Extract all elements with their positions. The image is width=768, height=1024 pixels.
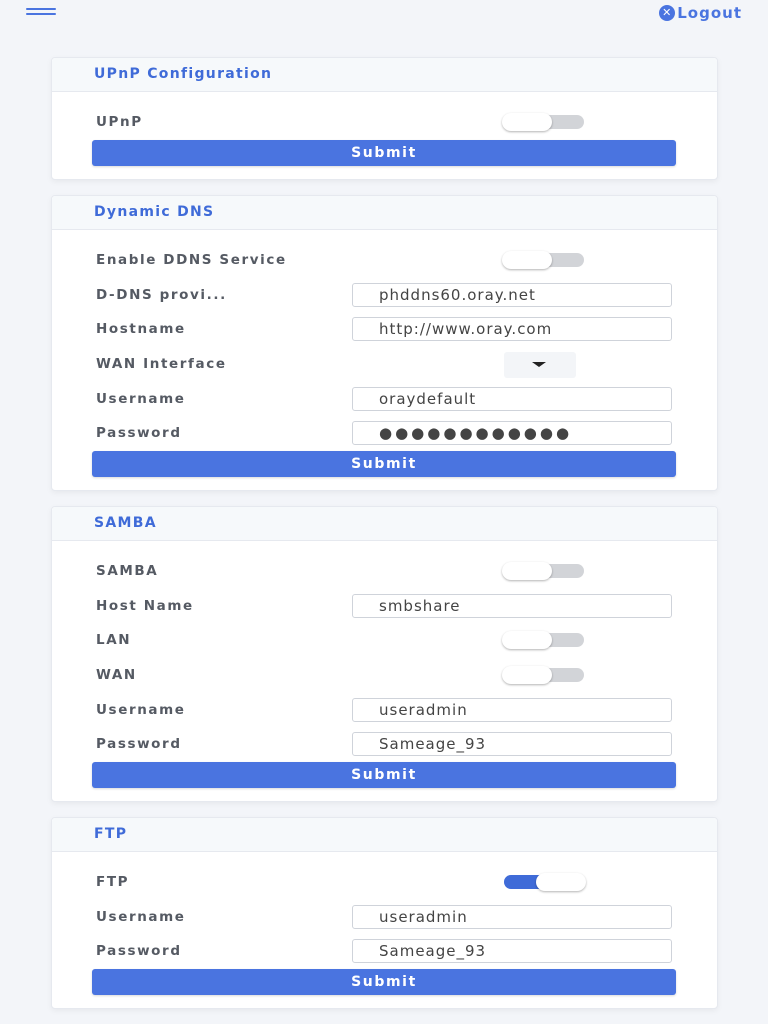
samba-lan-label: LAN bbox=[96, 632, 132, 648]
samba-password-input[interactable] bbox=[352, 732, 672, 756]
close-circle-icon: ✕ bbox=[659, 5, 676, 21]
ftp-card-title: FTP bbox=[94, 826, 128, 842]
upnp-toggle[interactable] bbox=[502, 113, 586, 131]
samba-lan-row: LAN bbox=[52, 628, 717, 654]
upnp-label: UPnP bbox=[96, 114, 143, 130]
upnp-submit-button[interactable]: Submit bbox=[92, 140, 676, 166]
ftp-username-input[interactable] bbox=[352, 905, 672, 929]
samba-hostname-row: Host Name bbox=[52, 594, 717, 620]
samba-hostname-input[interactable] bbox=[352, 594, 672, 618]
ddns-hostname-input[interactable] bbox=[352, 317, 672, 341]
ddns-submit-button[interactable]: Submit bbox=[92, 451, 676, 477]
ddns-password-input[interactable] bbox=[352, 421, 672, 445]
samba-username-row: Username bbox=[52, 698, 717, 724]
ddns-username-label: Username bbox=[96, 391, 186, 407]
hamburger-icon[interactable] bbox=[26, 8, 56, 18]
ftp-username-row: Username bbox=[52, 905, 717, 931]
ftp-card: FTP FTP Username Password Submit bbox=[51, 817, 718, 1009]
samba-card-title: SAMBA bbox=[94, 515, 157, 531]
samba-wan-toggle[interactable] bbox=[502, 666, 586, 684]
samba-username-input[interactable] bbox=[352, 698, 672, 722]
ftp-card-header bbox=[52, 818, 717, 852]
ftp-label: FTP bbox=[96, 874, 130, 890]
ddns-password-row: Password bbox=[52, 421, 717, 447]
ddns-enable-toggle[interactable] bbox=[502, 251, 586, 269]
samba-label: SAMBA bbox=[96, 563, 159, 579]
ftp-toggle[interactable] bbox=[502, 873, 586, 891]
ddns-card: Dynamic DNS Enable DDNS Service D-DNS pr… bbox=[51, 195, 718, 491]
ftp-submit-button[interactable]: Submit bbox=[92, 969, 676, 995]
samba-wan-row: WAN bbox=[52, 663, 717, 689]
ddns-username-input[interactable] bbox=[352, 387, 672, 411]
ddns-hostname-row: Hostname bbox=[52, 317, 717, 343]
ddns-provider-input[interactable] bbox=[352, 283, 672, 307]
samba-wan-label: WAN bbox=[96, 667, 137, 683]
top-bar: ✕ Logout bbox=[0, 0, 768, 28]
ftp-username-label: Username bbox=[96, 909, 186, 925]
samba-lan-toggle[interactable] bbox=[502, 631, 586, 649]
ddns-enable-row: Enable DDNS Service bbox=[52, 248, 717, 274]
upnp-row: UPnP bbox=[52, 110, 717, 136]
logout-button[interactable]: ✕ Logout bbox=[659, 4, 742, 22]
samba-row: SAMBA bbox=[52, 559, 717, 585]
samba-password-row: Password bbox=[52, 732, 717, 758]
samba-toggle[interactable] bbox=[502, 562, 586, 580]
ddns-username-row: Username bbox=[52, 387, 717, 413]
ftp-row: FTP bbox=[52, 870, 717, 896]
ddns-provider-row: D-DNS provi... bbox=[52, 283, 717, 309]
logout-label: Logout bbox=[677, 4, 742, 22]
ddns-wan-label: WAN Interface bbox=[96, 356, 227, 372]
ddns-card-title: Dynamic DNS bbox=[94, 204, 215, 220]
chevron-down-icon bbox=[532, 362, 546, 367]
ftp-password-row: Password bbox=[52, 939, 717, 965]
upnp-card-title: UPnP Configuration bbox=[94, 66, 273, 82]
ddns-provider-label: D-DNS provi... bbox=[96, 287, 227, 303]
ddns-enable-label: Enable DDNS Service bbox=[96, 252, 287, 268]
samba-hostname-label: Host Name bbox=[96, 598, 194, 614]
samba-username-label: Username bbox=[96, 702, 186, 718]
wan-interface-select[interactable] bbox=[504, 352, 576, 378]
upnp-card: UPnP Configuration UPnP Submit bbox=[51, 57, 718, 180]
ftp-password-input[interactable] bbox=[352, 939, 672, 963]
ddns-wan-row: WAN Interface bbox=[52, 352, 717, 378]
samba-card: SAMBA SAMBA Host Name LAN WAN Username P… bbox=[51, 506, 718, 802]
samba-password-label: Password bbox=[96, 736, 182, 752]
ddns-password-label: Password bbox=[96, 425, 182, 441]
samba-submit-button[interactable]: Submit bbox=[92, 762, 676, 788]
ddns-hostname-label: Hostname bbox=[96, 321, 186, 337]
ftp-password-label: Password bbox=[96, 943, 182, 959]
